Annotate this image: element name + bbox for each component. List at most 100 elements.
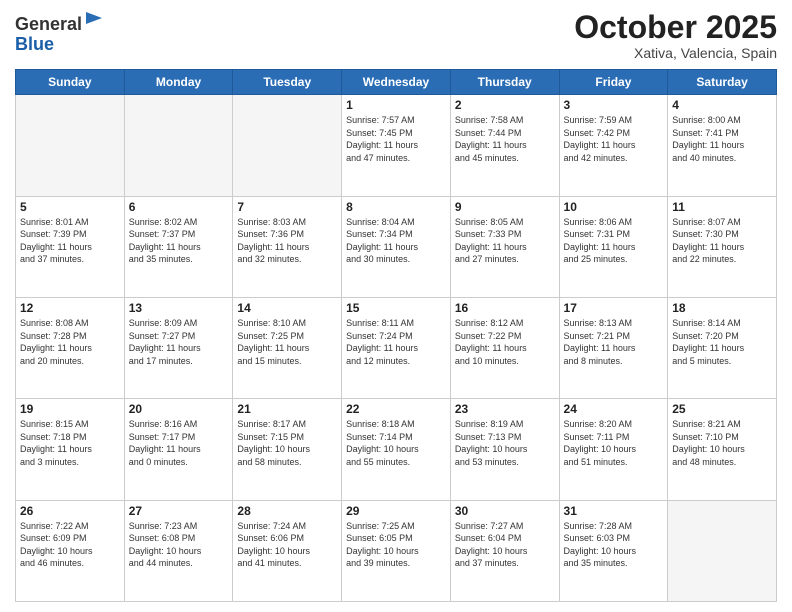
day-number: 16 xyxy=(455,301,555,315)
cal-cell-23: 23Sunrise: 8:19 AM Sunset: 7:13 PM Dayli… xyxy=(450,399,559,500)
cal-cell-19: 19 Sunrise: 8:15 AM Sunset: 7:18 PM Dayli… xyxy=(16,399,125,500)
cal-cell-1: 1Sunrise: 7:57 AM Sunset: 7:45 PM Daylig… xyxy=(342,95,451,196)
day-header-sunday: Sunday xyxy=(16,70,125,95)
cell-info: Sunrise: 8:13 AM Sunset: 7:21 PM Dayligh… xyxy=(564,317,664,367)
cal-cell-26: 26 Sunrise: 7:22 AM Sunset: 6:09 PM Dayli… xyxy=(16,500,125,601)
day-number: 15 xyxy=(346,301,446,315)
logo-flag-icon xyxy=(84,10,104,30)
day-number: 28 xyxy=(237,504,337,518)
cell-info: Sunrise: 8:03 AM Sunset: 7:36 PM Dayligh… xyxy=(237,216,337,266)
cell-info: Sunrise: 7:58 AM Sunset: 7:44 PM Dayligh… xyxy=(455,114,555,164)
cal-cell-14: 14 Sunrise: 8:10 AM Sunset: 7:25 PM Dayli… xyxy=(233,297,342,398)
location: Xativa, Valencia, Spain xyxy=(574,45,777,61)
cal-cell-17: 17 Sunrise: 8:13 AM Sunset: 7:21 PM Dayli… xyxy=(559,297,668,398)
cal-cell-27: 27 Sunrise: 7:23 AM Sunset: 6:08 PM Dayli… xyxy=(124,500,233,601)
cell-info: Sunrise: 8:12 AM Sunset: 7:22 PM Dayligh… xyxy=(455,317,555,367)
cal-cell-2: 2Sunrise: 7:58 AM Sunset: 7:44 PM Daylig… xyxy=(450,95,559,196)
logo-blue: Blue xyxy=(15,34,54,54)
cal-cell-empty-0-0 xyxy=(16,95,125,196)
page: General Blue October 2025 Xativa, Valenc… xyxy=(0,0,792,612)
cal-cell-25: 25Sunrise: 8:21 AM Sunset: 7:10 PM Dayli… xyxy=(668,399,777,500)
cell-info: Sunrise: 7:25 AM Sunset: 6:05 PM Dayligh… xyxy=(346,520,446,570)
day-number: 5 xyxy=(20,200,120,214)
cal-cell-28: 28 Sunrise: 7:24 AM Sunset: 6:06 PM Dayli… xyxy=(233,500,342,601)
cal-cell-29: 29 Sunrise: 7:25 AM Sunset: 6:05 PM Dayli… xyxy=(342,500,451,601)
day-number: 10 xyxy=(564,200,664,214)
day-number: 18 xyxy=(672,301,772,315)
day-number: 24 xyxy=(564,402,664,416)
cell-info: Sunrise: 8:06 AM Sunset: 7:31 PM Dayligh… xyxy=(564,216,664,266)
day-number: 20 xyxy=(129,402,229,416)
cell-info: Sunrise: 8:05 AM Sunset: 7:33 PM Dayligh… xyxy=(455,216,555,266)
cell-info: Sunrise: 8:14 AM Sunset: 7:20 PM Dayligh… xyxy=(672,317,772,367)
cal-cell-18: 18 Sunrise: 8:14 AM Sunset: 7:20 PM Dayli… xyxy=(668,297,777,398)
cal-cell-15: 15 Sunrise: 8:11 AM Sunset: 7:24 PM Dayli… xyxy=(342,297,451,398)
cal-cell-30: 30 Sunrise: 7:27 AM Sunset: 6:04 PM Dayli… xyxy=(450,500,559,601)
cal-cell-16: 16 Sunrise: 8:12 AM Sunset: 7:22 PM Dayli… xyxy=(450,297,559,398)
cell-info: Sunrise: 8:15 AM Sunset: 7:18 PM Dayligh… xyxy=(20,418,120,468)
cell-info: Sunrise: 8:02 AM Sunset: 7:37 PM Dayligh… xyxy=(129,216,229,266)
cell-info: Sunrise: 7:27 AM Sunset: 6:04 PM Dayligh… xyxy=(455,520,555,570)
cal-cell-empty-0-2 xyxy=(233,95,342,196)
day-number: 22 xyxy=(346,402,446,416)
cal-cell-3: 3 Sunrise: 7:59 AM Sunset: 7:42 PM Daylig… xyxy=(559,95,668,196)
week-row-2: 12Sunrise: 8:08 AM Sunset: 7:28 PM Dayli… xyxy=(16,297,777,398)
day-header-monday: Monday xyxy=(124,70,233,95)
cell-info: Sunrise: 8:10 AM Sunset: 7:25 PM Dayligh… xyxy=(237,317,337,367)
cell-info: Sunrise: 7:23 AM Sunset: 6:08 PM Dayligh… xyxy=(129,520,229,570)
calendar-header-row: SundayMondayTuesdayWednesdayThursdayFrid… xyxy=(16,70,777,95)
cal-cell-4: 4 Sunrise: 8:00 AM Sunset: 7:41 PM Daylig… xyxy=(668,95,777,196)
day-number: 17 xyxy=(564,301,664,315)
cal-cell-11: 11 Sunrise: 8:07 AM Sunset: 7:30 PM Dayli… xyxy=(668,196,777,297)
day-number: 31 xyxy=(564,504,664,518)
cal-cell-31: 31Sunrise: 7:28 AM Sunset: 6:03 PM Dayli… xyxy=(559,500,668,601)
cell-info: Sunrise: 8:11 AM Sunset: 7:24 PM Dayligh… xyxy=(346,317,446,367)
logo: General Blue xyxy=(15,10,104,55)
cell-info: Sunrise: 7:59 AM Sunset: 7:42 PM Dayligh… xyxy=(564,114,664,164)
cal-cell-21: 21Sunrise: 8:17 AM Sunset: 7:15 PM Dayli… xyxy=(233,399,342,500)
day-number: 12 xyxy=(20,301,120,315)
day-number: 4 xyxy=(672,98,772,112)
cal-cell-10: 10 Sunrise: 8:06 AM Sunset: 7:31 PM Dayli… xyxy=(559,196,668,297)
cell-info: Sunrise: 8:00 AM Sunset: 7:41 PM Dayligh… xyxy=(672,114,772,164)
calendar-body: 1Sunrise: 7:57 AM Sunset: 7:45 PM Daylig… xyxy=(16,95,777,602)
day-number: 1 xyxy=(346,98,446,112)
title-block: October 2025 Xativa, Valencia, Spain xyxy=(574,10,777,61)
cal-cell-22: 22 Sunrise: 8:18 AM Sunset: 7:14 PM Dayli… xyxy=(342,399,451,500)
day-number: 14 xyxy=(237,301,337,315)
day-number: 27 xyxy=(129,504,229,518)
cell-info: Sunrise: 7:24 AM Sunset: 6:06 PM Dayligh… xyxy=(237,520,337,570)
cal-cell-20: 20 Sunrise: 8:16 AM Sunset: 7:17 PM Dayli… xyxy=(124,399,233,500)
cell-info: Sunrise: 8:16 AM Sunset: 7:17 PM Dayligh… xyxy=(129,418,229,468)
day-number: 26 xyxy=(20,504,120,518)
day-header-friday: Friday xyxy=(559,70,668,95)
week-row-3: 19 Sunrise: 8:15 AM Sunset: 7:18 PM Dayli… xyxy=(16,399,777,500)
week-row-4: 26 Sunrise: 7:22 AM Sunset: 6:09 PM Dayli… xyxy=(16,500,777,601)
cell-info: Sunrise: 8:17 AM Sunset: 7:15 PM Dayligh… xyxy=(237,418,337,468)
day-number: 3 xyxy=(564,98,664,112)
day-number: 19 xyxy=(20,402,120,416)
week-row-0: 1Sunrise: 7:57 AM Sunset: 7:45 PM Daylig… xyxy=(16,95,777,196)
day-header-thursday: Thursday xyxy=(450,70,559,95)
cal-cell-24: 24Sunrise: 8:20 AM Sunset: 7:11 PM Dayli… xyxy=(559,399,668,500)
cell-info: Sunrise: 8:18 AM Sunset: 7:14 PM Dayligh… xyxy=(346,418,446,468)
day-number: 23 xyxy=(455,402,555,416)
cal-cell-empty-4-6 xyxy=(668,500,777,601)
week-row-1: 5Sunrise: 8:01 AM Sunset: 7:39 PM Daylig… xyxy=(16,196,777,297)
day-number: 11 xyxy=(672,200,772,214)
logo-text: General Blue xyxy=(15,10,104,55)
cell-info: Sunrise: 8:04 AM Sunset: 7:34 PM Dayligh… xyxy=(346,216,446,266)
day-number: 29 xyxy=(346,504,446,518)
day-header-wednesday: Wednesday xyxy=(342,70,451,95)
cal-cell-6: 6Sunrise: 8:02 AM Sunset: 7:37 PM Daylig… xyxy=(124,196,233,297)
cal-cell-5: 5Sunrise: 8:01 AM Sunset: 7:39 PM Daylig… xyxy=(16,196,125,297)
cell-info: Sunrise: 7:22 AM Sunset: 6:09 PM Dayligh… xyxy=(20,520,120,570)
day-number: 25 xyxy=(672,402,772,416)
day-number: 30 xyxy=(455,504,555,518)
cell-info: Sunrise: 8:07 AM Sunset: 7:30 PM Dayligh… xyxy=(672,216,772,266)
day-header-tuesday: Tuesday xyxy=(233,70,342,95)
calendar-table: SundayMondayTuesdayWednesdayThursdayFrid… xyxy=(15,69,777,602)
day-number: 13 xyxy=(129,301,229,315)
cal-cell-13: 13Sunrise: 8:09 AM Sunset: 7:27 PM Dayli… xyxy=(124,297,233,398)
header: General Blue October 2025 Xativa, Valenc… xyxy=(15,10,777,61)
